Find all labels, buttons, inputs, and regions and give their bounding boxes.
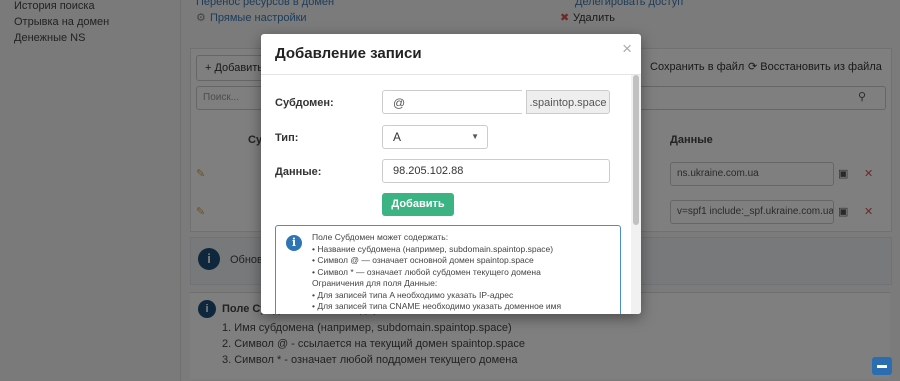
modal-body: Субдомен: @ .spaintop.space Тип: A ▼ Дан… <box>261 75 631 314</box>
subdomain-suffix: .spaintop.space <box>526 90 610 114</box>
info-line: • Для записей типа CNAME необходимо указ… <box>312 301 562 311</box>
subdomain-input[interactable]: @ <box>382 90 522 114</box>
modal-scrollbar[interactable] <box>631 75 641 314</box>
type-select[interactable]: A ▼ <box>382 125 488 149</box>
info-line: • Название субдомена (например, subdomai… <box>312 243 554 254</box>
info-icon: i <box>286 235 302 251</box>
type-label: Тип: <box>275 132 299 144</box>
data-label: Данные: <box>275 166 322 178</box>
add-button[interactable]: Добавить <box>382 193 454 216</box>
info-line: Ограничения для поля Данные: <box>312 278 438 288</box>
scrollbar-thumb[interactable] <box>633 75 639 225</box>
add-record-modal: Добавление записи × Субдомен: @ .spainto… <box>261 34 641 314</box>
modal-info-text: Поле Субдомен может содержать: • Названи… <box>312 232 612 313</box>
subdomain-label: Субдомен: <box>275 97 334 109</box>
modal-header: Добавление записи × <box>261 34 641 75</box>
modal-title: Добавление записи <box>275 45 422 62</box>
chat-icon[interactable]: ▬ <box>872 357 892 375</box>
type-select-value: A <box>393 130 402 144</box>
info-line: • Для записей типа A необходимо указать … <box>312 289 514 300</box>
info-line: • Символ * — означает любой субдомен тек… <box>312 266 541 277</box>
info-line: Поле Субдомен может содержать: <box>312 232 449 242</box>
data-input[interactable]: 98.205.102.88 <box>382 159 610 183</box>
chevron-down-icon: ▼ <box>471 132 479 141</box>
modal-info-box: i Поле Субдомен может содержать: • Назва… <box>275 225 621 314</box>
info-line: • Символ @ — означает основной домен spa… <box>312 255 534 265</box>
close-icon[interactable]: × <box>622 39 632 59</box>
